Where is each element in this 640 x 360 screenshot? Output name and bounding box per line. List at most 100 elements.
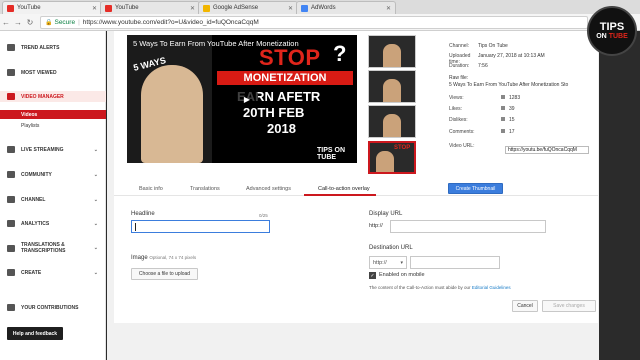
question-mark-icon: ? [333, 41, 347, 66]
close-tab-icon[interactable]: ✕ [190, 5, 195, 12]
thumbnail-option-selected[interactable]: STOP [368, 141, 416, 174]
video-edit-card: 5 Ways To Earn From YouTube After Moneti… [114, 31, 598, 323]
info-value: 39 [509, 106, 515, 112]
destination-protocol-select[interactable]: http:// ▾ [369, 256, 407, 269]
browser-tab[interactable]: YouTube ✕ [100, 1, 200, 14]
sidebar-item-most-viewed[interactable]: MOST VIEWED [0, 67, 106, 78]
presenter-image [383, 114, 401, 137]
sidebar-item-your-contributions[interactable]: YOUR CONTRIBUTIONS [0, 302, 106, 313]
image-label: Image Optional, 74 x 74 pixels [131, 255, 196, 261]
adsense-favicon-icon [203, 4, 210, 12]
reload-icon[interactable]: ↻ [24, 18, 36, 27]
destination-url-label: Destination URL [369, 245, 413, 251]
sidebar-subitem-playlists[interactable]: Playlists [0, 121, 106, 130]
sidebar-item-translations[interactable]: TRANSLATIONS & TRANSCRIPTIONS ⌄ [0, 241, 106, 255]
channel-icon [7, 196, 15, 203]
tab-basic-info[interactable]: Basic info [139, 186, 163, 192]
image-label-text: Image [131, 255, 148, 261]
community-icon [7, 171, 15, 178]
display-url-label: Display URL [369, 211, 403, 217]
info-value: 7:56 [478, 63, 488, 69]
tab-advanced-settings[interactable]: Advanced settings [246, 186, 291, 192]
info-label: Raw file: [449, 75, 469, 81]
info-label: Likes: [449, 106, 463, 112]
sidebar-item-label: VIDEO MANAGER [21, 93, 64, 100]
overlay-text: 2018 [267, 121, 296, 136]
browser-tab[interactable]: YouTube ✕ [2, 1, 102, 14]
sidebar: TREND ALERTS MOST VIEWED VIDEO MANAGER V… [0, 31, 106, 360]
create-thumbnail-button[interactable]: Create Thumbnail [448, 183, 503, 194]
video-url-field[interactable]: https://youtu.be/fuQOncaCqqM [505, 146, 589, 154]
sidebar-item-trend-alerts[interactable]: TREND ALERTS [0, 42, 106, 53]
sidebar-item-community[interactable]: COMMUNITY ⌄ [0, 169, 106, 180]
tab-title: Google AdSense [213, 5, 259, 11]
editorial-guidelines-link[interactable]: Editorial Guidelines [472, 285, 511, 290]
forward-arrow-icon[interactable]: → [12, 18, 24, 27]
tab-translations[interactable]: Translations [190, 186, 220, 192]
sidebar-item-label: CHANNEL [21, 196, 46, 203]
close-tab-icon[interactable]: ✕ [386, 5, 391, 12]
enabled-mobile-label: Enabled on mobile [379, 272, 425, 278]
close-tab-icon[interactable]: ✕ [92, 5, 97, 12]
video-player[interactable]: 5 Ways To Earn From YouTube After Moneti… [127, 35, 357, 163]
chevron-down-icon: ⌄ [93, 269, 98, 276]
cancel-button[interactable]: Cancel [512, 300, 538, 312]
enabled-mobile-checkbox[interactable]: ✓ [369, 272, 376, 279]
browser-tab[interactable]: Google AdSense ✕ [198, 1, 298, 14]
sidebar-item-label: MOST VIEWED [21, 69, 57, 76]
logo-line2: ON TUBE [596, 33, 628, 41]
logo-on: ON [596, 32, 607, 40]
contributions-icon [7, 304, 15, 311]
select-value: http:// [373, 259, 387, 266]
image-hint: Optional, 74 x 74 pixels [149, 255, 197, 260]
overlay-text: MONETIZATION [217, 71, 353, 85]
headline-char-count: 0/25 [259, 213, 268, 218]
overlay-text: STOP [394, 145, 411, 151]
thumbnail-option[interactable] [368, 70, 416, 103]
sidebar-item-live-streaming[interactable]: LIVE STREAMING ⌄ [0, 144, 106, 155]
chevron-down-icon: ⌄ [93, 171, 98, 178]
sidebar-subitem-videos[interactable]: Videos [0, 110, 106, 119]
tab-call-to-action-overlay[interactable]: Call-to-action overlay [318, 186, 370, 192]
sidebar-item-analytics[interactable]: ANALYTICS ⌄ [0, 218, 106, 229]
overlay-text: STOP [259, 45, 321, 70]
sidebar-item-video-manager[interactable]: VIDEO MANAGER [0, 91, 106, 102]
dislike-icon [501, 117, 505, 121]
thumbnail-option[interactable] [368, 35, 416, 68]
info-label: Dislikes: [449, 117, 468, 123]
sidebar-item-label: TREND ALERTS [21, 44, 60, 51]
sidebar-item-create[interactable]: CREATE ⌄ [0, 267, 106, 278]
lock-icon: 🔒 [45, 20, 53, 26]
browser-tab[interactable]: AdWords ✕ [296, 1, 396, 14]
translations-icon [7, 244, 15, 252]
help-feedback-button[interactable]: Help and feedback [7, 327, 63, 340]
live-streaming-icon [7, 146, 15, 153]
info-label: Channel: [449, 43, 470, 49]
close-tab-icon[interactable]: ✕ [288, 5, 293, 12]
display-url-prefix: http:// [369, 223, 383, 229]
info-label: Video URL: [449, 143, 475, 149]
url-input[interactable]: 🔒 Secure | https://www.youtube.com/edit?… [40, 16, 588, 29]
sidebar-item-label: YOUR CONTRIBUTIONS [21, 304, 79, 311]
back-arrow-icon[interactable]: ← [0, 18, 12, 27]
choose-file-button[interactable]: Choose a file to upload [131, 268, 198, 280]
presenter-image [383, 44, 401, 67]
url-text: https://www.youtube.com/edit?o=U&video_i… [82, 19, 259, 26]
play-icon[interactable]: ▶ [236, 91, 258, 107]
most-viewed-icon [7, 69, 15, 76]
adwords-favicon-icon [301, 4, 308, 12]
headline-input[interactable] [131, 220, 270, 233]
thumbnail-option[interactable] [368, 105, 416, 138]
comments-icon [501, 129, 505, 133]
youtube-favicon-icon [105, 4, 112, 12]
sidebar-item-channel[interactable]: CHANNEL ⌄ [0, 194, 106, 205]
display-url-input[interactable] [390, 220, 546, 233]
tips-on-tube-logo: TIPS ON TUBE [587, 6, 637, 56]
info-value: 17 [509, 129, 515, 135]
info-label: Duration: [449, 63, 470, 69]
chevron-down-icon: ⌄ [93, 220, 98, 227]
save-changes-button[interactable]: Save changes [542, 300, 596, 312]
destination-url-input[interactable] [410, 256, 500, 269]
divider: | [78, 19, 80, 26]
address-bar: ← → ↻ 🔒 Secure | https://www.youtube.com… [0, 14, 640, 31]
